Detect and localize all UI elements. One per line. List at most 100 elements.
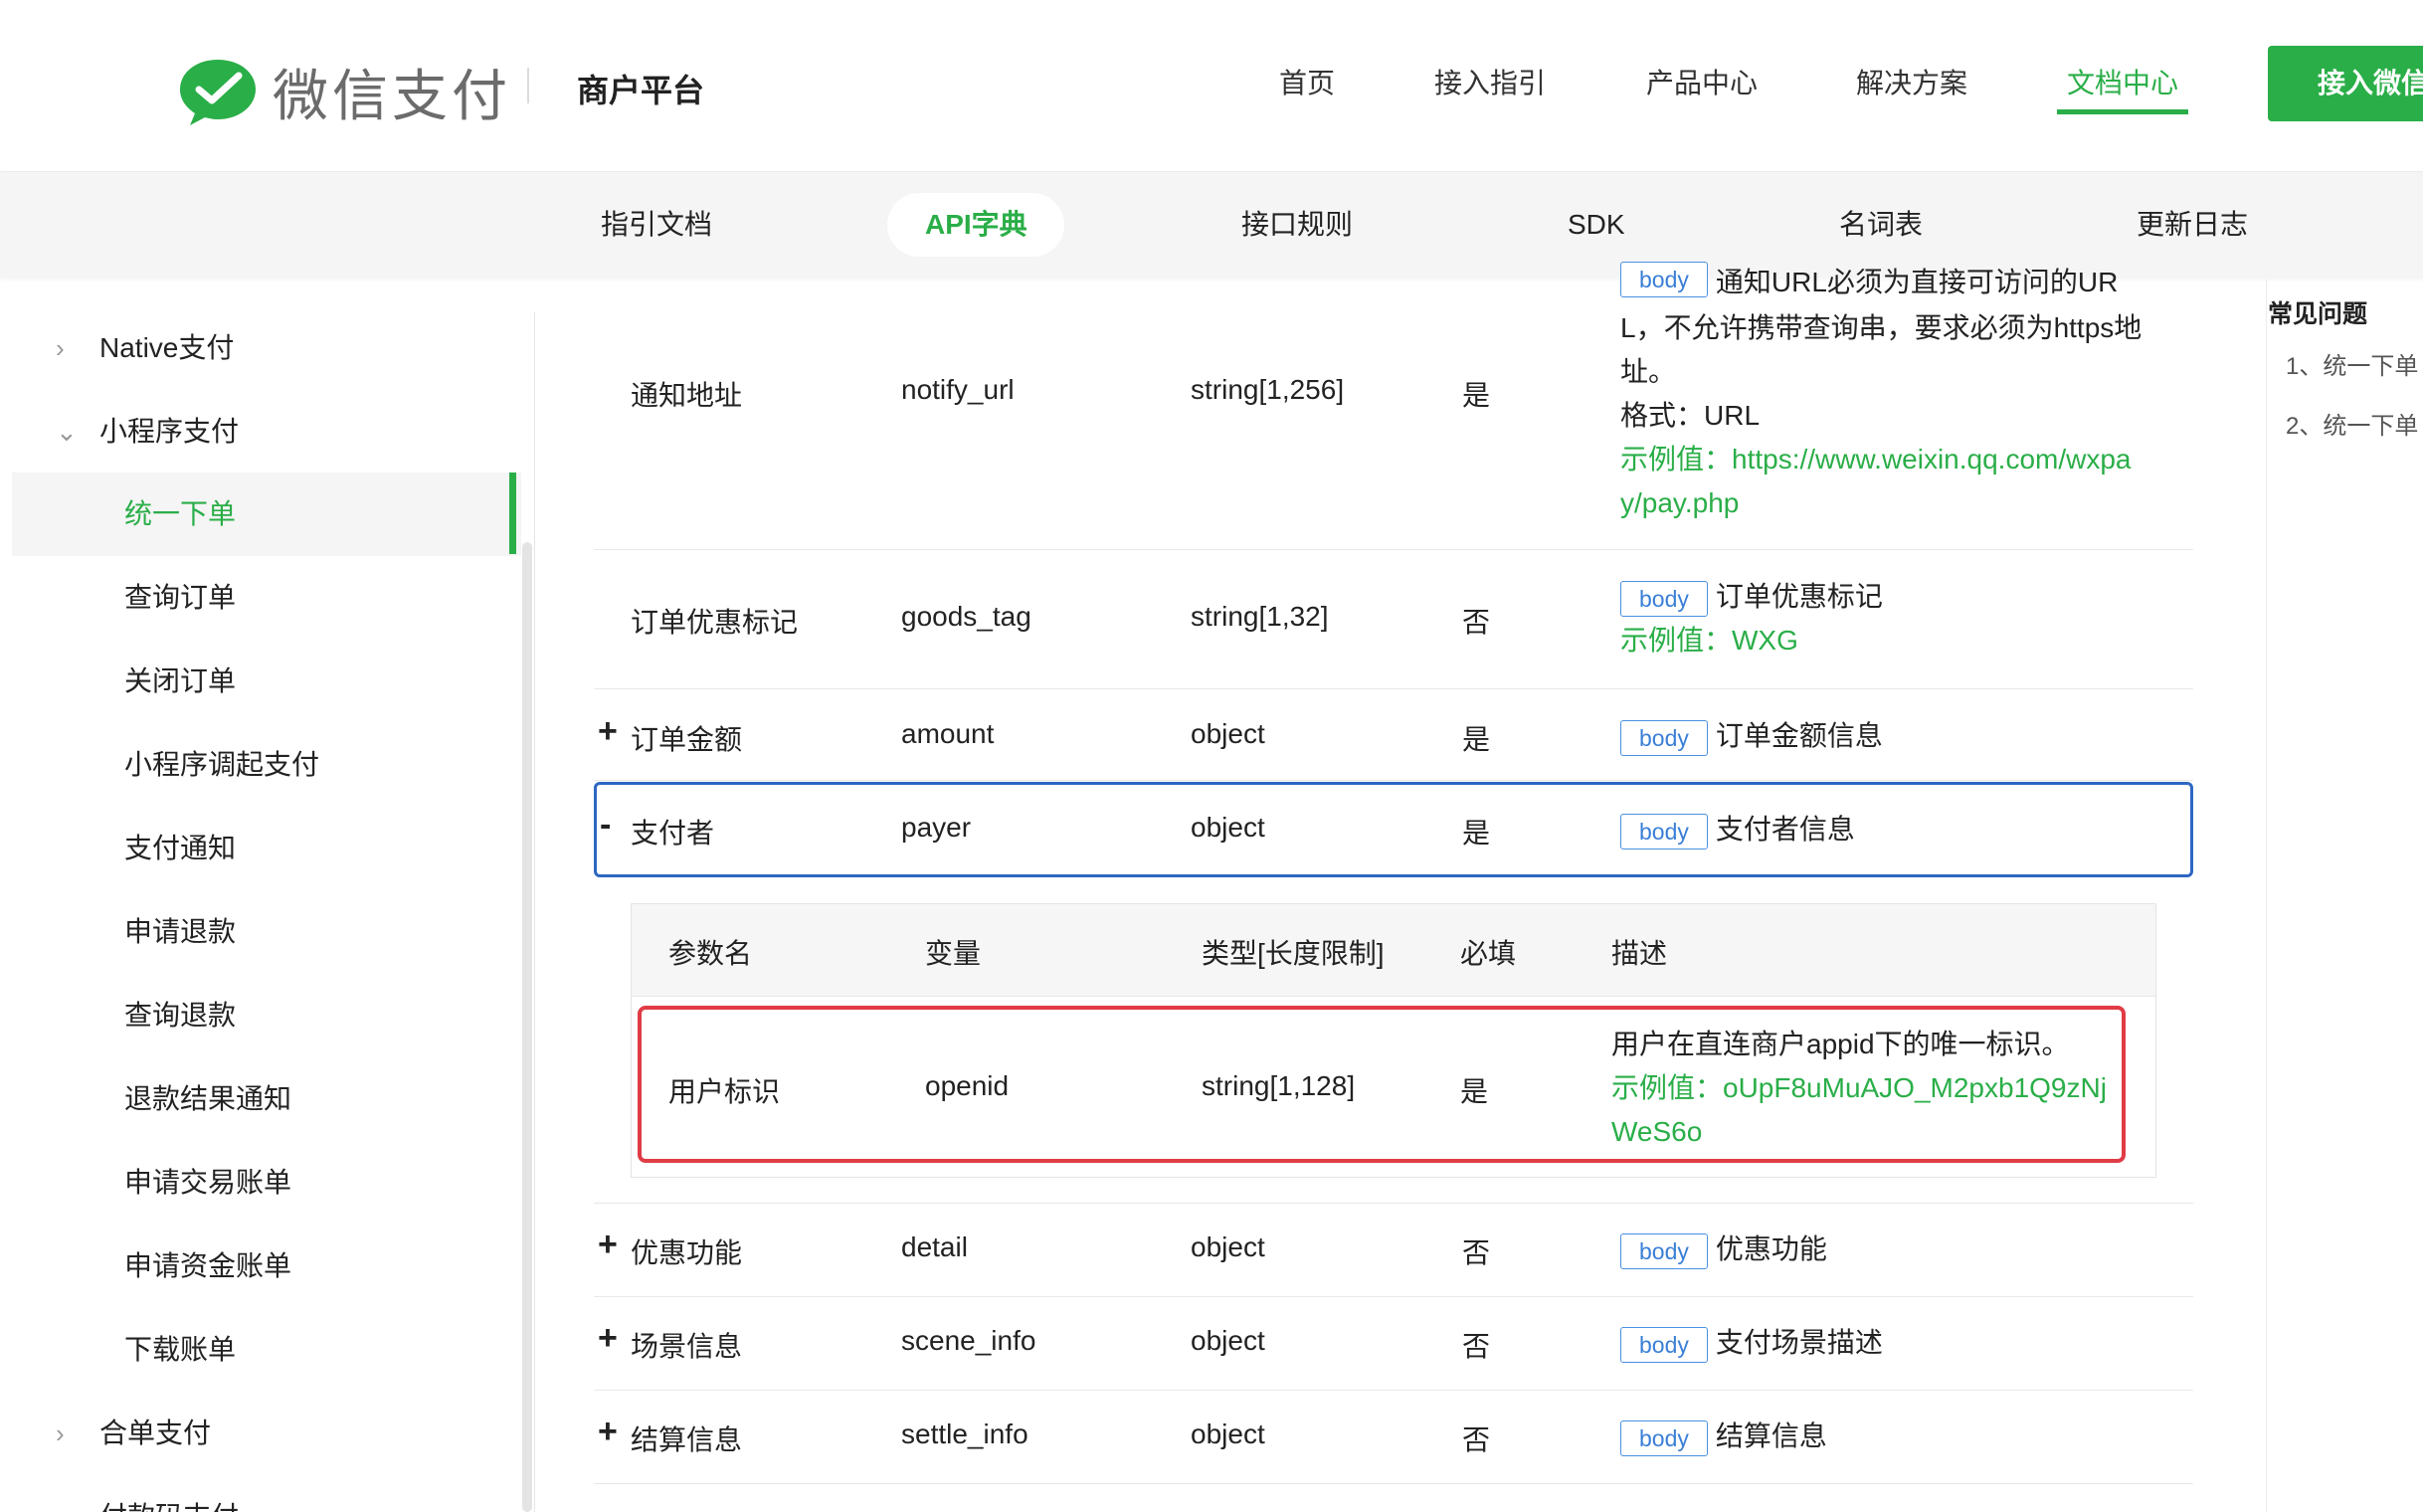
row-divider — [594, 549, 2193, 550]
sidebar-item-label: 付款码支付 — [99, 1475, 239, 1512]
param-desc: body 结算信息 — [1620, 1415, 2177, 1458]
body-tag: body — [1620, 580, 1708, 617]
sidebar-item-unified-order[interactable]: 统一下单 — [12, 472, 521, 556]
sidebar-item-close-order[interactable]: 关闭订单 — [0, 640, 517, 723]
example-value: y/pay.php — [1620, 487, 1740, 518]
sidebar-item-invoke-pay[interactable]: 小程序调起支付 — [0, 723, 517, 807]
sidebar-active-indicator — [509, 472, 516, 554]
example-value: WeS6o — [1611, 1116, 1703, 1147]
body-tag: body — [1620, 1419, 1708, 1456]
sidebar-item-combined-pay[interactable]: › 合单支付 — [0, 1392, 517, 1475]
platform-title: 商户平台 — [577, 73, 705, 108]
sidebar-item-label: 申请资金账单 — [124, 1250, 292, 1281]
example-value: 示例值：WXG — [1620, 625, 1798, 656]
expand-icon[interactable]: + — [598, 712, 618, 751]
sidebar-item-refund-notify[interactable]: 退款结果通知 — [0, 1057, 517, 1141]
desc-text: 支付场景描述 — [1715, 1327, 1883, 1358]
sidebar-item-download-bill[interactable]: 下载账单 — [0, 1308, 517, 1392]
header-separator — [527, 68, 529, 103]
param-required: 否 — [1462, 1237, 1491, 1268]
sidebar-item-label: 统一下单 — [124, 498, 237, 529]
sidebar-item-barcode-pay[interactable]: 付款码支付 — [0, 1475, 517, 1512]
sidebar-item-query-order[interactable]: 查询订单 — [0, 556, 517, 640]
expand-icon[interactable]: + — [598, 1413, 618, 1451]
param-type: string[1,128] — [1202, 1070, 1356, 1101]
sidebar-item-fund-bill[interactable]: 申请资金账单 — [0, 1225, 517, 1308]
nav-products[interactable]: 产品中心 — [1646, 62, 1758, 101]
sidebar-item-native-pay[interactable]: › Native支付 — [0, 306, 517, 390]
example-value: 示例值：https://www.weixin.qq.com/wxpa — [1620, 444, 2132, 474]
desc-line: 格式：URL — [1620, 400, 1761, 431]
subtable-header-type: 类型[长度限制] — [1202, 938, 1385, 969]
param-required: 是 — [1462, 724, 1491, 755]
subnav-api-rules[interactable]: 接口规则 — [1241, 172, 1353, 278]
desc-text: 用户在直连商户appid下的唯一标识。 — [1611, 1029, 2070, 1059]
sidebar-item-label: 查询退款 — [124, 1000, 237, 1031]
param-var: notify_url — [901, 374, 1015, 405]
sidebar-item-miniprogram-pay[interactable]: ⌄ 小程序支付 — [0, 390, 517, 473]
nav-solutions[interactable]: 解决方案 — [1856, 62, 1967, 101]
expand-icon[interactable]: + — [598, 1319, 618, 1358]
row-divider — [594, 1203, 2193, 1204]
subtable-header-var: 变量 — [925, 938, 982, 969]
param-desc: body 支付场景描述 — [1620, 1321, 2177, 1365]
param-name: 通知地址 — [631, 380, 743, 411]
desc-text: 通知URL必须为直接可访问的UR — [1715, 267, 2119, 297]
aside-divider — [2266, 279, 2267, 1512]
sidebar-item-label: 申请交易账单 — [124, 1167, 292, 1198]
desc-text: 订单金额信息 — [1715, 720, 1883, 751]
param-required: 是 — [1462, 380, 1491, 411]
body-tag: body — [1620, 1232, 1708, 1269]
sidebar-item-query-refund[interactable]: 查询退款 — [0, 974, 517, 1057]
param-name: 用户标识 — [668, 1076, 781, 1107]
expand-icon[interactable]: + — [598, 1226, 618, 1264]
subnav-api-dictionary[interactable]: API字典 — [925, 172, 1027, 278]
param-type: string[1,256] — [1191, 374, 1345, 405]
param-type: object — [1191, 812, 1265, 843]
sidebar-item-label: 支付通知 — [124, 833, 237, 863]
subnav-sdk[interactable]: SDK — [1568, 172, 1625, 278]
param-var: goods_tag — [901, 601, 1031, 632]
sidebar-item-label: 下载账单 — [124, 1334, 237, 1365]
row-divider — [594, 1296, 2193, 1297]
join-wechat-pay-button[interactable]: 接入微信 — [2268, 46, 2423, 121]
sidebar-item-label: 小程序支付 — [99, 416, 240, 447]
brand-logo[interactable]: 微信支付 — [177, 52, 511, 132]
chevron-right-icon: › — [56, 1418, 65, 1448]
nav-home[interactable]: 首页 — [1279, 62, 1335, 101]
sidebar-item-refund[interactable]: 申请退款 — [0, 890, 517, 974]
param-required: 否 — [1462, 1424, 1491, 1455]
param-desc: L，不允许携带查询串，要求必须为https地 址。 格式：URL 示例值：htt… — [1620, 306, 2177, 525]
top-header: 微信支付 商户平台 首页 接入指引 产品中心 解决方案 文档中心 接入微信 — [0, 0, 2423, 172]
sidebar-scrollbar[interactable] — [522, 542, 532, 1512]
body-tag: body — [1620, 813, 1708, 850]
param-var: settle_info — [901, 1418, 1028, 1449]
param-required: 是 — [1460, 1076, 1489, 1107]
nav-guide[interactable]: 接入指引 — [1434, 62, 1546, 101]
collapse-icon[interactable]: - — [600, 806, 611, 845]
sidebar-item-label: 合单支付 — [99, 1418, 212, 1448]
chevron-down-icon: ⌄ — [56, 417, 78, 447]
nav-docs[interactable]: 文档中心 — [2067, 62, 2178, 101]
subnav-guide-docs[interactable]: 指引文档 — [601, 172, 712, 278]
sidebar-item-label: 查询订单 — [124, 582, 237, 613]
row-divider — [594, 780, 2193, 781]
sidebar-item-trade-bill[interactable]: 申请交易账单 — [0, 1141, 517, 1225]
faq-item[interactable]: 2、统一下单 — [2286, 406, 2418, 441]
sidebar-divider — [534, 312, 535, 1512]
example-value: 示例值：oUpF8uMuAJO_M2pxb1Q9zNj — [1611, 1072, 2107, 1103]
faq-item[interactable]: 1、统一下单 — [2286, 346, 2418, 381]
wechat-pay-logo-icon — [180, 59, 256, 125]
sidebar-item-label: 退款结果通知 — [124, 1083, 292, 1114]
param-var: scene_info — [901, 1325, 1036, 1356]
row-divider — [594, 1390, 2193, 1391]
desc-line: L，不允许携带查询串，要求必须为https地 — [1620, 312, 2143, 343]
sidebar-item-label: 关闭订单 — [124, 665, 237, 696]
desc-text: 订单优惠标记 — [1715, 581, 1883, 612]
param-var: openid — [925, 1070, 1010, 1101]
sidebar-item-pay-notify[interactable]: 支付通知 — [0, 807, 517, 890]
desc-line: 址。 — [1620, 356, 1677, 387]
param-desc: body 优惠功能 — [1620, 1228, 2177, 1271]
param-desc: 用户在直连商户appid下的唯一标识。 示例值：oUpF8uMuAJO_M2px… — [1611, 1023, 2129, 1154]
desc-text: 结算信息 — [1715, 1420, 1827, 1451]
